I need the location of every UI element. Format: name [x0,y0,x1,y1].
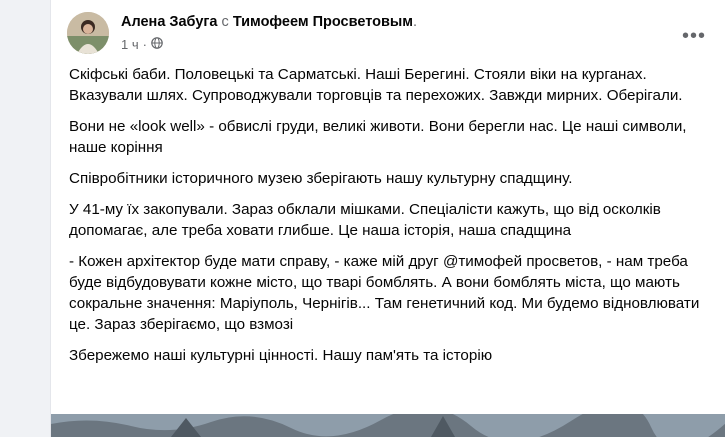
post-meta: 1 ч · [121,37,163,52]
post-time[interactable]: 1 ч [121,37,139,52]
globe-icon [151,37,163,52]
post-paragraph: Співробітники історичного музею зберігаю… [69,170,573,187]
meta-separator: · [142,37,147,52]
post-paragraph: Вони не «look well» - обвислі груди, вел… [69,118,687,156]
avatar[interactable] [67,12,109,54]
post-paragraph: У 41-му їх закопували. Зараз обклали міш… [69,201,661,239]
connector-text: с [221,14,229,30]
tagged-suffix: . [413,14,418,30]
tagged-name[interactable]: Тимофеем Просветовым [233,14,413,30]
photo-preview [51,414,725,437]
author-name[interactable]: Алена Забуга [121,14,218,30]
avatar-photo [67,12,109,54]
post-card: Алена Забуга с Тимофеем Просветовым. 1 ч… [50,0,725,437]
post-paragraph: - Кожен архітектор буде мати справу, - к… [69,253,700,333]
post-photo[interactable] [51,414,725,437]
more-options-button[interactable]: ••• [676,18,712,54]
post-paragraph: Скіфські баби. Половецькі та Сарматські.… [69,66,683,104]
post-header: Алена Забуга с Тимофеем Просветовым. 1 ч… [67,12,712,58]
author-line: Алена Забуга с Тимофеем Просветовым. [121,14,417,30]
post-body: Скіфські баби. Половецькі та Сарматські.… [69,64,709,376]
post-paragraph: Збережемо наші культурні цінності. Нашу … [69,347,493,364]
ellipsis-icon: ••• [681,24,706,47]
